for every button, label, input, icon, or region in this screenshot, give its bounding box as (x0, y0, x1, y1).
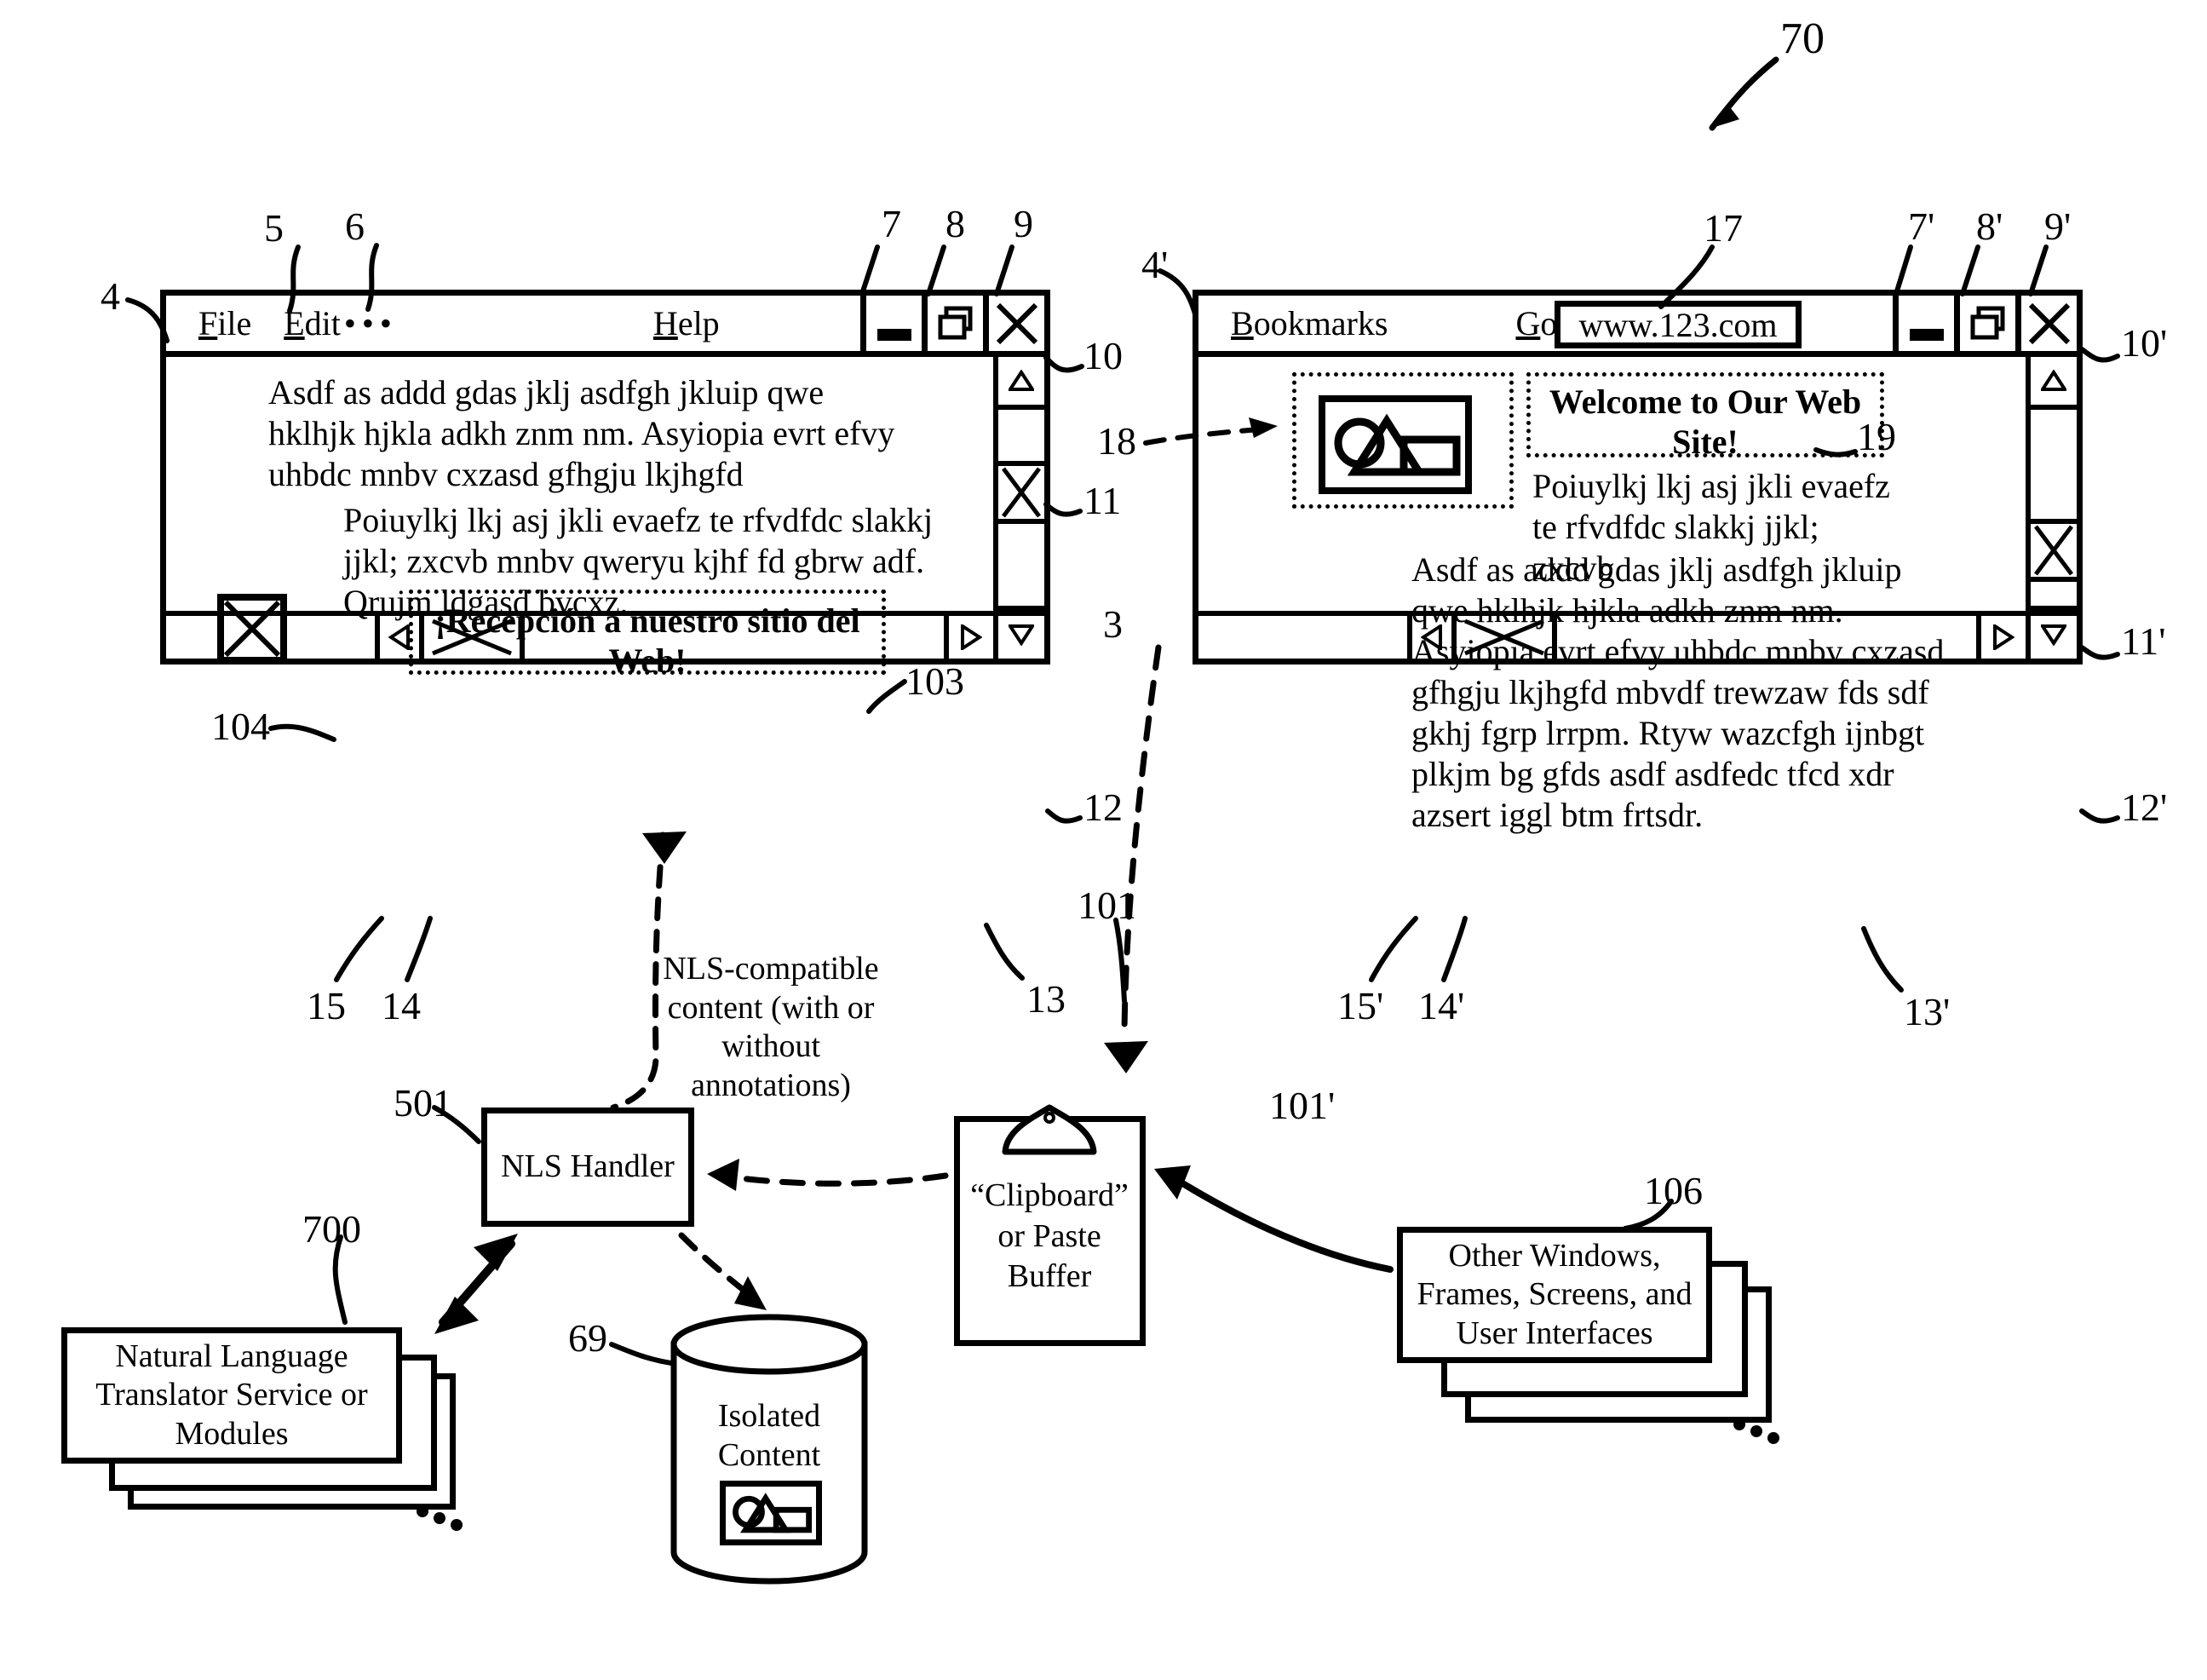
ref-14: 14 (382, 984, 421, 1027)
right-window-paragraph-2: Asdf as addd gdas jklj asdfgh jkluip qwe… (1411, 550, 1945, 834)
ref-13-prime: 13' (1904, 990, 1951, 1033)
right-window-controls (1893, 296, 2077, 351)
vertical-scroll-thumb[interactable] (998, 461, 1044, 524)
ref-17: 17 (1704, 206, 1743, 250)
ref-8-prime: 8' (1976, 204, 2003, 248)
ref-106: 106 (1644, 1169, 1703, 1212)
welcome-banner-block: Welcome to Our Web Site! (1526, 372, 1884, 461)
other-windows-box: Other Windows, Frames, Screens, and User… (1397, 1227, 1712, 1363)
menu-item-edit[interactable]: Edit (284, 303, 341, 343)
ref-15-prime: 15' (1337, 984, 1384, 1027)
left-browser-window[interactable]: File Edit ••• Help Asdf as addd gdas jkl… (160, 290, 1050, 680)
isolated-content-cylinder: Isolated Content (667, 1312, 871, 1585)
clipboard-label: “Clipboard” or Paste Buffer (970, 1177, 1129, 1294)
clipboard-clip-icon (1002, 1104, 1097, 1155)
ref-7-prime: 7' (1908, 204, 1935, 248)
restore-button[interactable] (922, 296, 983, 351)
image-placeholder-icon (1319, 395, 1472, 494)
welcome-title: Welcome to Our Web Site! (1549, 383, 1862, 462)
ref-7: 7 (882, 202, 901, 245)
ref-10-prime: 10' (2121, 321, 2168, 365)
nls-handler-box: NLS Handler (481, 1108, 694, 1227)
scroll-up-arrow-icon[interactable] (2031, 357, 2077, 410)
url-value: www.123.com (1578, 305, 1778, 344)
ref-18: 18 (1097, 419, 1136, 463)
left-window-controls (860, 296, 1044, 351)
ref-15: 15 (307, 984, 346, 1027)
broken-image-placeholder-icon (217, 594, 287, 664)
ref-101-prime: 101' (1269, 1084, 1336, 1127)
nls-annotation-box: ¡Recepción a nuestro sitio del Web! (409, 590, 886, 680)
ref-6: 6 (345, 204, 365, 248)
scroll-right-arrow-icon[interactable] (1976, 616, 2026, 659)
ref-8: 8 (945, 202, 965, 245)
translator-label: Natural Language Translator Service or M… (95, 1338, 368, 1452)
ref-9-prime: 9' (2044, 204, 2072, 248)
ref-104: 104 (211, 705, 270, 748)
ref-700: 700 (302, 1207, 361, 1251)
close-button[interactable] (983, 296, 1044, 351)
right-window-menubar: Bookmarks Goto www.123.com (1198, 296, 2077, 357)
other-windows-label: Other Windows, Frames, Screens, and User… (1417, 1237, 1693, 1351)
ref-13: 13 (1026, 977, 1066, 1021)
ref-501: 501 (394, 1081, 452, 1125)
ref-10: 10 (1083, 334, 1123, 377)
scrollbar-corner (993, 611, 1044, 659)
menu-item-help[interactable]: Help (653, 303, 720, 343)
nls-annotation-text: ¡Recepción a nuestro sitio del Web! (434, 601, 860, 681)
ref-12-prime: 12' (2121, 785, 2168, 829)
restore-button[interactable] (1954, 296, 2015, 351)
close-button[interactable] (2015, 296, 2077, 351)
isolated-content-label: Isolated Content (717, 1398, 821, 1473)
ref-101: 101 (1078, 883, 1136, 927)
ref-12: 12 (1083, 785, 1123, 829)
menu-item-file[interactable]: File (198, 303, 251, 343)
ref-9: 9 (1014, 202, 1033, 245)
nls-handler-label: NLS Handler (501, 1148, 675, 1185)
translator-service-box: Natural Language Translator Service or M… (61, 1327, 402, 1464)
scrollbar-corner (2026, 611, 2077, 659)
nls-compatible-note: NLS-compatible content (with or without … (663, 951, 879, 1103)
figure-ref-70: 70 (1780, 14, 1825, 63)
ref-5: 5 (264, 206, 284, 250)
ref-19: 19 (1857, 415, 1896, 458)
minimize-button[interactable] (1893, 296, 1954, 351)
vertical-scroll-thumb[interactable] (2031, 519, 2077, 582)
menu-overflow-dots[interactable]: ••• (344, 306, 398, 340)
ref-14-prime: 14' (1418, 984, 1465, 1027)
ref-4-prime: 4' (1141, 243, 1169, 286)
ref-11: 11 (1083, 479, 1122, 522)
ref-4: 4 (101, 274, 120, 318)
left-window-paragraph-1: Asdf as addd gdas jklj asdfgh jkluip qwe… (268, 373, 895, 493)
clipboard-box: “Clipboard” or Paste Buffer (954, 1099, 1146, 1346)
ref-69: 69 (568, 1316, 607, 1360)
left-window-menubar: File Edit ••• Help (166, 296, 1044, 357)
isolated-image-placeholder-icon (720, 1481, 822, 1545)
scroll-up-arrow-icon[interactable] (998, 357, 1044, 410)
ref-11-prime: 11' (2121, 619, 2166, 663)
url-input[interactable]: www.123.com (1555, 301, 1802, 348)
ref-3: 3 (1103, 602, 1123, 646)
image-content-block (1292, 372, 1514, 509)
minimize-button[interactable] (860, 296, 922, 351)
right-browser-window[interactable]: Bookmarks Goto www.123.com (1193, 290, 2083, 834)
menu-item-bookmarks[interactable]: Bookmarks (1231, 303, 1388, 343)
ref-103: 103 (905, 659, 964, 703)
